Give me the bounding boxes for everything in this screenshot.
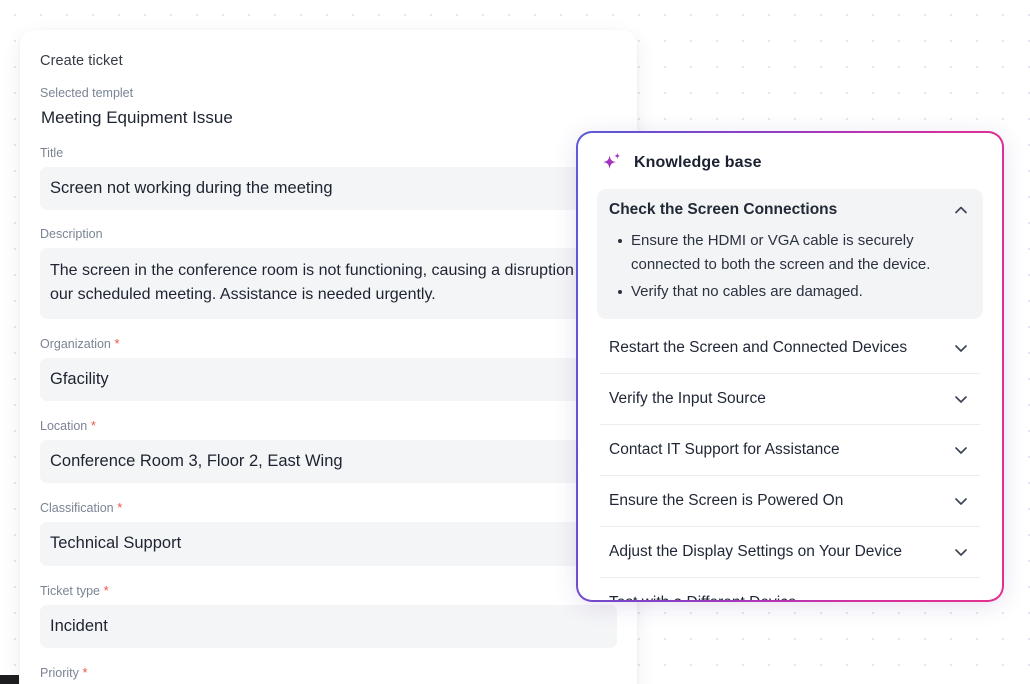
- description-textarea[interactable]: The screen in the conference room is not…: [40, 248, 617, 319]
- required-marker: *: [78, 664, 88, 680]
- form-field-value: Technical Support: [50, 534, 182, 553]
- form-field-value: Meeting Equipment Issue: [41, 108, 233, 127]
- kb-accordion-item[interactable]: Test with a Different Device: [600, 576, 980, 600]
- form-field-title: Title Screen not working during the meeti…: [40, 146, 617, 211]
- form-field-label: Ticket type *: [40, 582, 109, 598]
- kb-accordion-item[interactable]: Adjust the Display Settings on Your Devi…: [600, 525, 980, 577]
- kb-accordion-label: Contact IT Support for Assistance: [609, 441, 840, 459]
- kb-accordion-item[interactable]: Ensure the Screen is Powered On: [600, 474, 980, 526]
- form-text-input[interactable]: Technical Support: [40, 522, 617, 566]
- kb-accordion-header[interactable]: Test with a Different Device: [609, 593, 971, 600]
- form-text-input[interactable]: Incident: [40, 604, 617, 648]
- kb-accordion-header[interactable]: Check the Screen Connections: [609, 200, 971, 220]
- form-field-value: The screen in the conference room is not…: [50, 262, 592, 303]
- kb-accordion-label: Adjust the Display Settings on Your Devi…: [609, 543, 902, 561]
- kb-accordion-label: Restart the Screen and Connected Devices: [609, 339, 908, 357]
- kb-accordion-header[interactable]: Contact IT Support for Assistance: [609, 440, 971, 460]
- form-text-input[interactable]: Conference Room 3, Floor 2, East Wing: [40, 440, 617, 484]
- form-field-value: Gfacility: [50, 369, 109, 388]
- form-field-label: Title: [40, 146, 64, 161]
- kb-accordion-item[interactable]: Restart the Screen and Connected Devices: [600, 323, 980, 373]
- form-text-input[interactable]: Screen not working during the meeting: [40, 167, 617, 211]
- form-field-selected-templet: Selected templet Meeting Equipment Issue: [40, 86, 617, 129]
- form-field-priority: Priority *High: [40, 665, 617, 684]
- knowledge-base-title: Knowledge base: [634, 154, 762, 171]
- chevron-down-icon[interactable]: [951, 542, 971, 562]
- kb-bullet-list: Ensure the HDMI or VGA cable is securely…: [609, 229, 971, 304]
- kb-accordion-item[interactable]: Check the Screen Connections Ensure the H…: [597, 189, 983, 319]
- form-field-value: Conference Room 3, Floor 2, East Wing: [50, 452, 343, 470]
- chevron-down-icon[interactable]: [951, 440, 971, 460]
- form-field-organization: Organization * Gfacility: [40, 336, 617, 401]
- required-marker: *: [99, 582, 109, 598]
- form-field-label: Classification *: [40, 500, 123, 516]
- form-field-description: Description The screen in the conference …: [40, 227, 617, 319]
- form-field-label: Organization *: [40, 335, 120, 351]
- form-field-value: Screen not working during the meeting: [50, 179, 333, 198]
- chevron-down-icon[interactable]: [951, 389, 971, 409]
- form-field-label: Location *: [40, 418, 96, 433]
- kb-accordion-header[interactable]: Adjust the Display Settings on Your Devi…: [609, 542, 971, 562]
- required-marker: *: [113, 500, 123, 516]
- form-field-value: Incident: [50, 616, 108, 635]
- kb-accordion-label: Ensure the Screen is Powered On: [609, 492, 844, 510]
- knowledge-base-header: Knowledge base: [600, 151, 980, 175]
- ticket-form-fields: Selected templet Meeting Equipment Issue T…: [40, 86, 617, 684]
- kb-accordion-item[interactable]: Contact IT Support for Assistance: [600, 423, 980, 475]
- chevron-down-icon[interactable]: [951, 338, 971, 358]
- form-field-classification: Classification * Technical Support: [40, 500, 617, 566]
- required-marker: *: [110, 335, 120, 351]
- kb-accordion-header[interactable]: Ensure the Screen is Powered On: [609, 491, 971, 511]
- required-marker: *: [87, 418, 96, 433]
- form-field-location: Location * Conference Room 3, Floor 2, Ea…: [40, 418, 617, 484]
- form-field-ticket-type: Ticket type * Incident: [40, 583, 617, 648]
- create-ticket-card: Create ticket Selected templet Meeting Eq…: [20, 30, 637, 684]
- sparkle-icon: [600, 151, 624, 175]
- chevron-up-icon[interactable]: [951, 200, 971, 220]
- knowledge-base-panel: Knowledge base Check the Screen Connecti…: [576, 131, 1004, 602]
- form-field-label: Priority *: [40, 664, 88, 680]
- corner-marker: [0, 675, 19, 684]
- kb-accordion-label: Verify the Input Source: [609, 390, 766, 408]
- kb-bullet-item: Ensure the HDMI or VGA cable is securely…: [618, 229, 971, 278]
- page-title: Create ticket: [40, 53, 123, 69]
- kb-accordion-header[interactable]: Verify the Input Source: [609, 389, 971, 409]
- chevron-down-icon[interactable]: [951, 491, 971, 511]
- form-field-label: Description: [40, 227, 103, 242]
- chevron-down-icon[interactable]: [951, 593, 971, 600]
- kb-accordion-label: Test with a Different Device: [609, 593, 797, 600]
- form-field-label: Selected templet: [40, 86, 134, 100]
- kb-accordion-header[interactable]: Restart the Screen and Connected Devices: [609, 338, 971, 358]
- knowledge-base-accordion: Check the Screen Connections Ensure the H…: [597, 189, 983, 600]
- kb-bullet-item: Verify that no cables are damaged.: [618, 280, 971, 304]
- knowledge-base-inner: Knowledge base Check the Screen Connecti…: [578, 133, 1002, 600]
- form-text-input[interactable]: Gfacility: [40, 357, 617, 401]
- kb-accordion-item[interactable]: Verify the Input Source: [600, 372, 980, 424]
- kb-accordion-label: Check the Screen Connections: [609, 201, 838, 219]
